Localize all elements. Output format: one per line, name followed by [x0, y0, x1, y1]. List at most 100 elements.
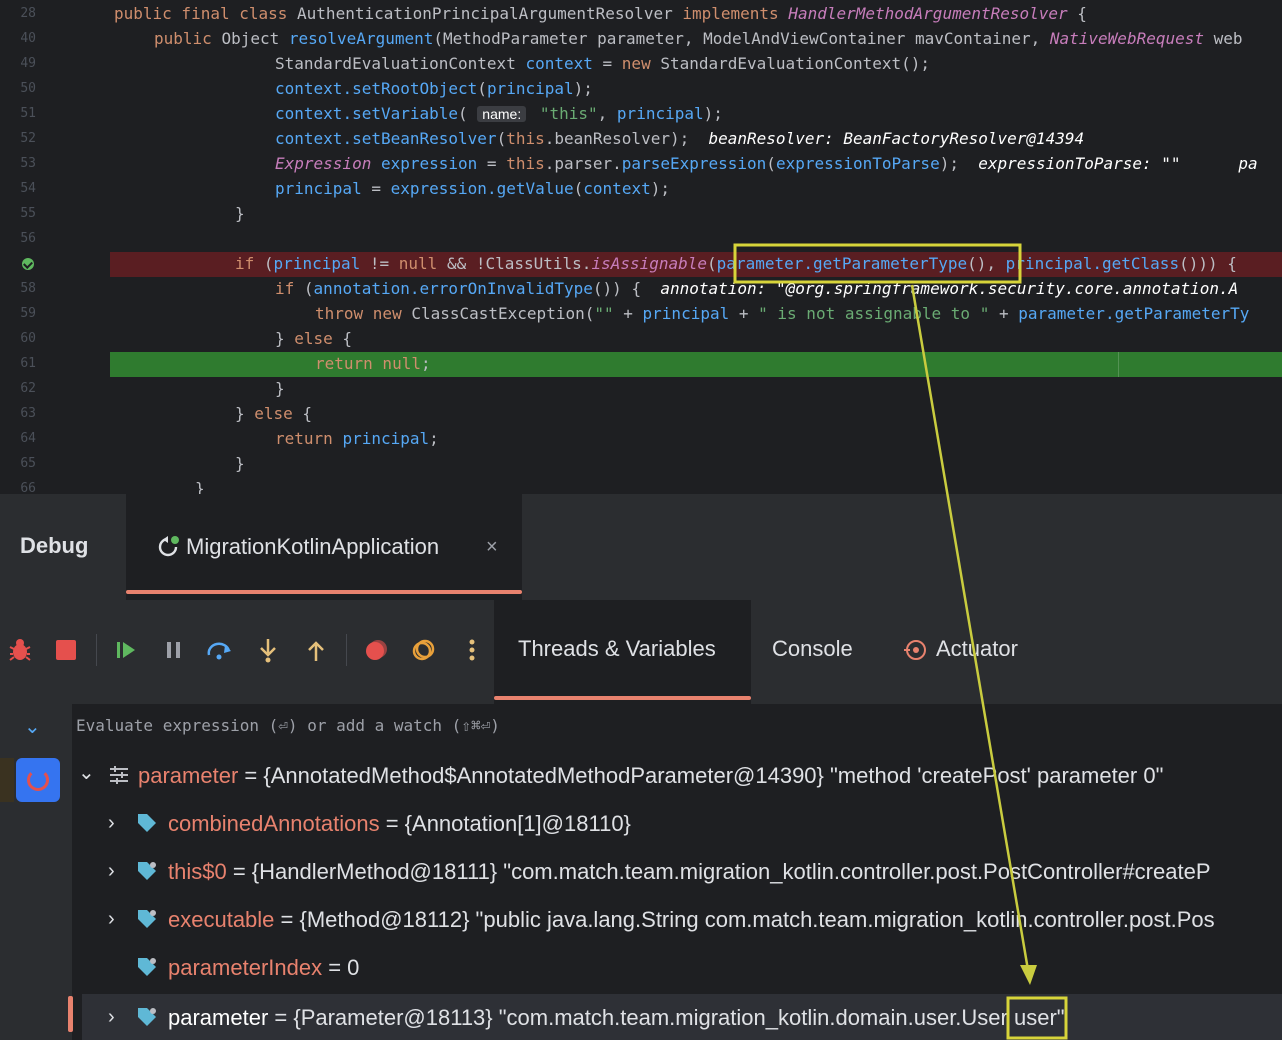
code-line: 56 [0, 227, 1282, 252]
debug-bug-icon[interactable] [6, 636, 34, 664]
chevron-right-icon[interactable]: › [108, 860, 115, 883]
inline-value-hint: annotation: "@org.springframework.securi… [660, 279, 1239, 298]
more-options-icon[interactable] [458, 636, 486, 664]
chevron-down-icon[interactable]: ⌄ [24, 714, 41, 739]
tab-threads-variables-label: Threads & Variables [518, 636, 716, 661]
tab-threads-variables[interactable]: Threads & Variables [494, 600, 751, 704]
line-number: 40 [20, 31, 36, 46]
code-line: 66 } [0, 477, 1282, 494]
frame-indicator [0, 758, 14, 802]
field-tag-icon [138, 814, 156, 832]
code-line: 64 return principal; [0, 427, 1282, 452]
right-margin-guide [1118, 352, 1119, 377]
code-text: return null; [315, 354, 431, 373]
variable-text: parameter = {AnnotatedMethod$AnnotatedMe… [138, 763, 1164, 788]
close-session-tab-icon[interactable]: × [486, 536, 498, 559]
pause-icon[interactable] [160, 636, 188, 664]
line-number: 55 [20, 206, 36, 221]
line-number: 56 [20, 231, 36, 246]
resume-icon[interactable] [112, 636, 140, 664]
code-line: 40 public Object resolveArgument(MethodP… [0, 27, 1282, 52]
line-number: 62 [20, 381, 36, 396]
variable-row[interactable]: ⌄ parameter = {AnnotatedMethod$Annotated… [72, 752, 1282, 800]
code-line: 62 } [0, 377, 1282, 402]
code-text: Expression expression = this.parser.pars… [275, 154, 1258, 173]
actuator-icon [900, 636, 928, 664]
chevron-right-icon[interactable]: › [108, 908, 115, 931]
selection-marker [68, 996, 73, 1032]
code-text: if (principal != null && !ClassUtils.isA… [235, 254, 1237, 273]
evaluate-expression-input[interactable]: Evaluate expression (⏎) or add a watch (… [76, 716, 500, 735]
view-breakpoints-icon[interactable] [362, 636, 390, 664]
debug-title: Debug [20, 533, 89, 558]
step-out-icon[interactable] [302, 636, 330, 664]
code-text: } [235, 454, 245, 473]
variable-text: parameterIndex = 0 [168, 955, 360, 980]
tab-actuator[interactable]: Actuator [936, 636, 1018, 662]
line-number: 63 [20, 406, 36, 421]
variable-row-selected[interactable]: › parameter = {Parameter@18113} "com.mat… [82, 994, 1282, 1040]
code-text: context.setRootObject(principal); [275, 79, 593, 98]
code-text: context.setBeanResolver(this.beanResolve… [275, 129, 1085, 148]
code-text: throw new ClassCastException("" + princi… [315, 304, 1250, 323]
line-number: 54 [20, 181, 36, 196]
code-line: 55 } [0, 202, 1282, 227]
mute-breakpoints-icon[interactable] [410, 636, 438, 664]
field-tag-icon [138, 1008, 156, 1026]
active-tab-indicator [126, 590, 522, 594]
tab-console[interactable]: Console [772, 636, 853, 662]
code-line-breakpoint: if (principal != null && !ClassUtils.isA… [0, 252, 1282, 277]
code-line: 59 throw new ClassCastException("" + pri… [0, 302, 1282, 327]
chevron-down-icon[interactable]: ⌄ [78, 760, 95, 785]
code-editor[interactable]: 28 public final class AuthenticationPrin… [0, 0, 1282, 494]
code-text: StandardEvaluationContext context = new … [275, 54, 931, 73]
code-text: if (annotation.errorOnInvalidType()) { a… [275, 279, 1239, 298]
frames-side-strip [0, 704, 72, 1040]
code-line: 58 if (annotation.errorOnInvalidType()) … [0, 277, 1282, 302]
variables-panel: ⌄ Evaluate expression (⏎) or add a watch… [0, 704, 1282, 1040]
debug-session-tab[interactable]: MigrationKotlinApplication × [126, 494, 522, 600]
code-text: context.setVariable( name: "this", princ… [275, 104, 723, 123]
line-number: 59 [20, 306, 36, 321]
variable-text: executable = {Method@18112} "public java… [168, 907, 1215, 932]
step-over-icon[interactable] [206, 636, 234, 664]
code-text: } else { [235, 404, 313, 423]
inline-value-hint: expressionToParse: "" pa [978, 154, 1258, 173]
code-line: 60 } else { [0, 327, 1282, 352]
line-number: 65 [20, 456, 36, 471]
step-into-icon[interactable] [254, 636, 282, 664]
line-number: 28 [20, 6, 36, 21]
code-text: } [235, 204, 245, 223]
code-line: 51 context.setVariable( name: "this", pr… [0, 102, 1282, 127]
code-line-current-execution: 61 return null; [0, 352, 1282, 377]
line-number: 64 [20, 431, 36, 446]
code-line: 28 public final class AuthenticationPrin… [0, 2, 1282, 27]
parameter-icon [110, 766, 128, 784]
toolbar-separator [96, 634, 97, 666]
variable-row[interactable]: parameterIndex = 0 [72, 944, 1282, 992]
variable-text: parameter = {Parameter@18113} "com.match… [168, 1005, 1065, 1030]
stop-icon[interactable] [52, 636, 80, 664]
chevron-right-icon[interactable]: › [108, 1006, 115, 1029]
restart-frame-icon[interactable] [16, 758, 60, 802]
code-line: 52 context.setBeanResolver(this.beanReso… [0, 127, 1282, 152]
variable-row[interactable]: › this$0 = {HandlerMethod@18111} "com.ma… [72, 848, 1282, 896]
line-number: 51 [20, 106, 36, 121]
line-number: 52 [20, 131, 36, 146]
line-number: 61 [20, 356, 36, 371]
rerun-session-icon [158, 536, 179, 557]
evaluate-expression-row[interactable]: ⌄ Evaluate expression (⏎) or add a watch… [0, 704, 1282, 749]
line-number: 50 [20, 81, 36, 96]
chevron-right-icon[interactable]: › [108, 812, 115, 835]
debug-session-label: MigrationKotlinApplication [186, 534, 440, 559]
variable-text: this$0 = {HandlerMethod@18111} "com.matc… [168, 859, 1211, 884]
breakpoint-check-icon[interactable] [22, 258, 34, 270]
active-tab-indicator [494, 696, 751, 700]
code-line: 49 StandardEvaluationContext context = n… [0, 52, 1282, 77]
inline-value-hint: beanResolver: BeanFactoryResolver@14394 [708, 129, 1085, 148]
code-text: } [275, 379, 285, 398]
code-text: public final class AuthenticationPrincip… [114, 4, 1087, 23]
variable-row[interactable]: › combinedAnnotations = {Annotation[1]@1… [72, 800, 1282, 848]
variable-row[interactable]: › executable = {Method@18112} "public ja… [72, 896, 1282, 944]
code-text: principal = expression.getValue(context)… [275, 179, 670, 198]
